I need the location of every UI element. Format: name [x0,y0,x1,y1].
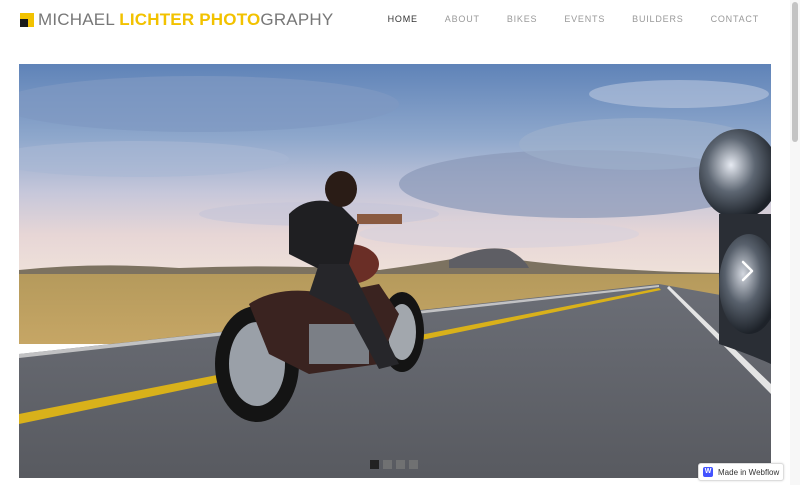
site-logo[interactable]: MICHAEL LICHTER PHOTOGRAPHY [20,11,333,29]
site-header: MICHAEL LICHTER PHOTOGRAPHY HOME ABOUT B… [0,0,800,40]
logo-wordmark: MICHAEL LICHTER PHOTOGRAPHY [38,11,333,29]
nav-link-home[interactable]: HOME [388,14,418,24]
logo-word-lichter: LICHTER [119,10,200,29]
badge-label: Made in Webflow [718,467,780,477]
logo-square-icon [20,13,34,27]
nav-link-contact[interactable]: CONTACT [711,14,759,24]
nav-link-about[interactable]: ABOUT [445,14,480,24]
page-scrollbar[interactable] [790,0,800,485]
slider-pagination [370,460,418,469]
nav-link-bikes[interactable]: BIKES [507,14,538,24]
slider-next-button[interactable] [739,258,757,284]
slider-dot[interactable] [396,460,405,469]
nav-link-builders[interactable]: BUILDERS [632,14,683,24]
slider-dot[interactable] [383,460,392,469]
made-in-webflow-badge[interactable]: W Made in Webflow [698,463,784,481]
slider-dot[interactable] [370,460,379,469]
logo-word-photo: PHOTO [199,10,261,29]
scrollbar-thumb[interactable] [792,2,798,142]
hero-slide-photo [19,64,771,478]
chevron-right-icon [741,260,754,282]
nav-link-events[interactable]: EVENTS [564,14,605,24]
slider-dot[interactable] [409,460,418,469]
hero-slider[interactable] [19,64,771,478]
webflow-logo-icon: W [703,467,713,477]
logo-word-graphy: GRAPHY [260,10,334,29]
main-nav: HOME ABOUT BIKES EVENTS BUILDERS CONTACT [361,14,759,24]
logo-word-michael: MICHAEL [38,10,120,29]
